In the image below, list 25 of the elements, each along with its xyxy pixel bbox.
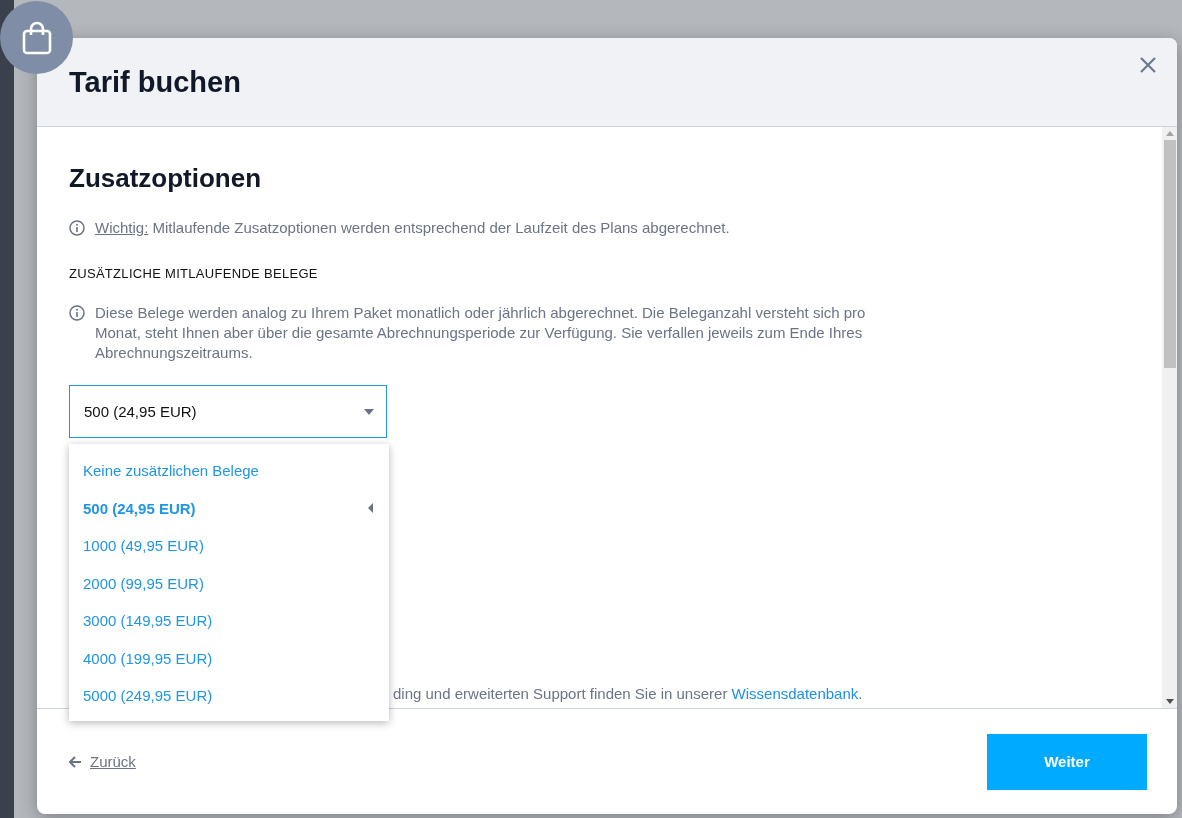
- dropdown-select[interactable]: 500 (24,95 EUR): [69, 385, 387, 438]
- dropdown-option[interactable]: 5000 (249,95 EUR): [69, 677, 389, 715]
- dropdown-option[interactable]: 4000 (199,95 EUR): [69, 639, 389, 677]
- back-link[interactable]: Zurück: [69, 753, 136, 770]
- dropdown-option[interactable]: 1000 (49,95 EUR): [69, 527, 389, 565]
- dropdown-option[interactable]: 500 (24,95 EUR): [69, 489, 389, 527]
- shopping-bag-icon: [21, 20, 52, 55]
- scrollbar[interactable]: [1162, 127, 1177, 708]
- field-label: ZUSÄTZLICHE MITLAUFENDE BELEGE: [69, 266, 319, 281]
- section-title: Zusatzoptionen: [69, 163, 263, 194]
- dropdown-option[interactable]: 3000 (149,95 EUR): [69, 602, 389, 640]
- scroll-up-icon[interactable]: [1165, 131, 1174, 136]
- notice-text: Wichtig: Mitlaufende Zusatzoptionen werden entsprechend der Laufzeit des Plans abgerechnet.: [95, 218, 730, 238]
- dropdown-option[interactable]: 2000 (99,95 EUR): [69, 564, 389, 602]
- info-icon: [69, 305, 85, 321]
- dialog-title: Tarif buchen: [69, 65, 241, 99]
- arrow-left-icon: [69, 755, 82, 768]
- caret-icon: [364, 408, 374, 415]
- close-button[interactable]: [1139, 56, 1157, 74]
- pointer-icon: [368, 503, 373, 514]
- scroll-down-icon[interactable]: [1165, 699, 1174, 704]
- info-icon: [69, 220, 85, 236]
- next-button[interactable]: Weiter: [987, 733, 1147, 790]
- hint-text: Diese Belege werden analog zu Ihrem Paket monatlich oder jährlich abgerechnet. Die Beleganzahl versteht sich pro Monat, steht Ihnen aber über die gesamte Abrechnungsperiode zur Verfügung. Sie verfallen jeweils zum Ende Ihres Abrechnungszeitraums.: [95, 303, 867, 363]
- dropdown-option[interactable]: Keine zusätzlichen Belege: [69, 452, 389, 490]
